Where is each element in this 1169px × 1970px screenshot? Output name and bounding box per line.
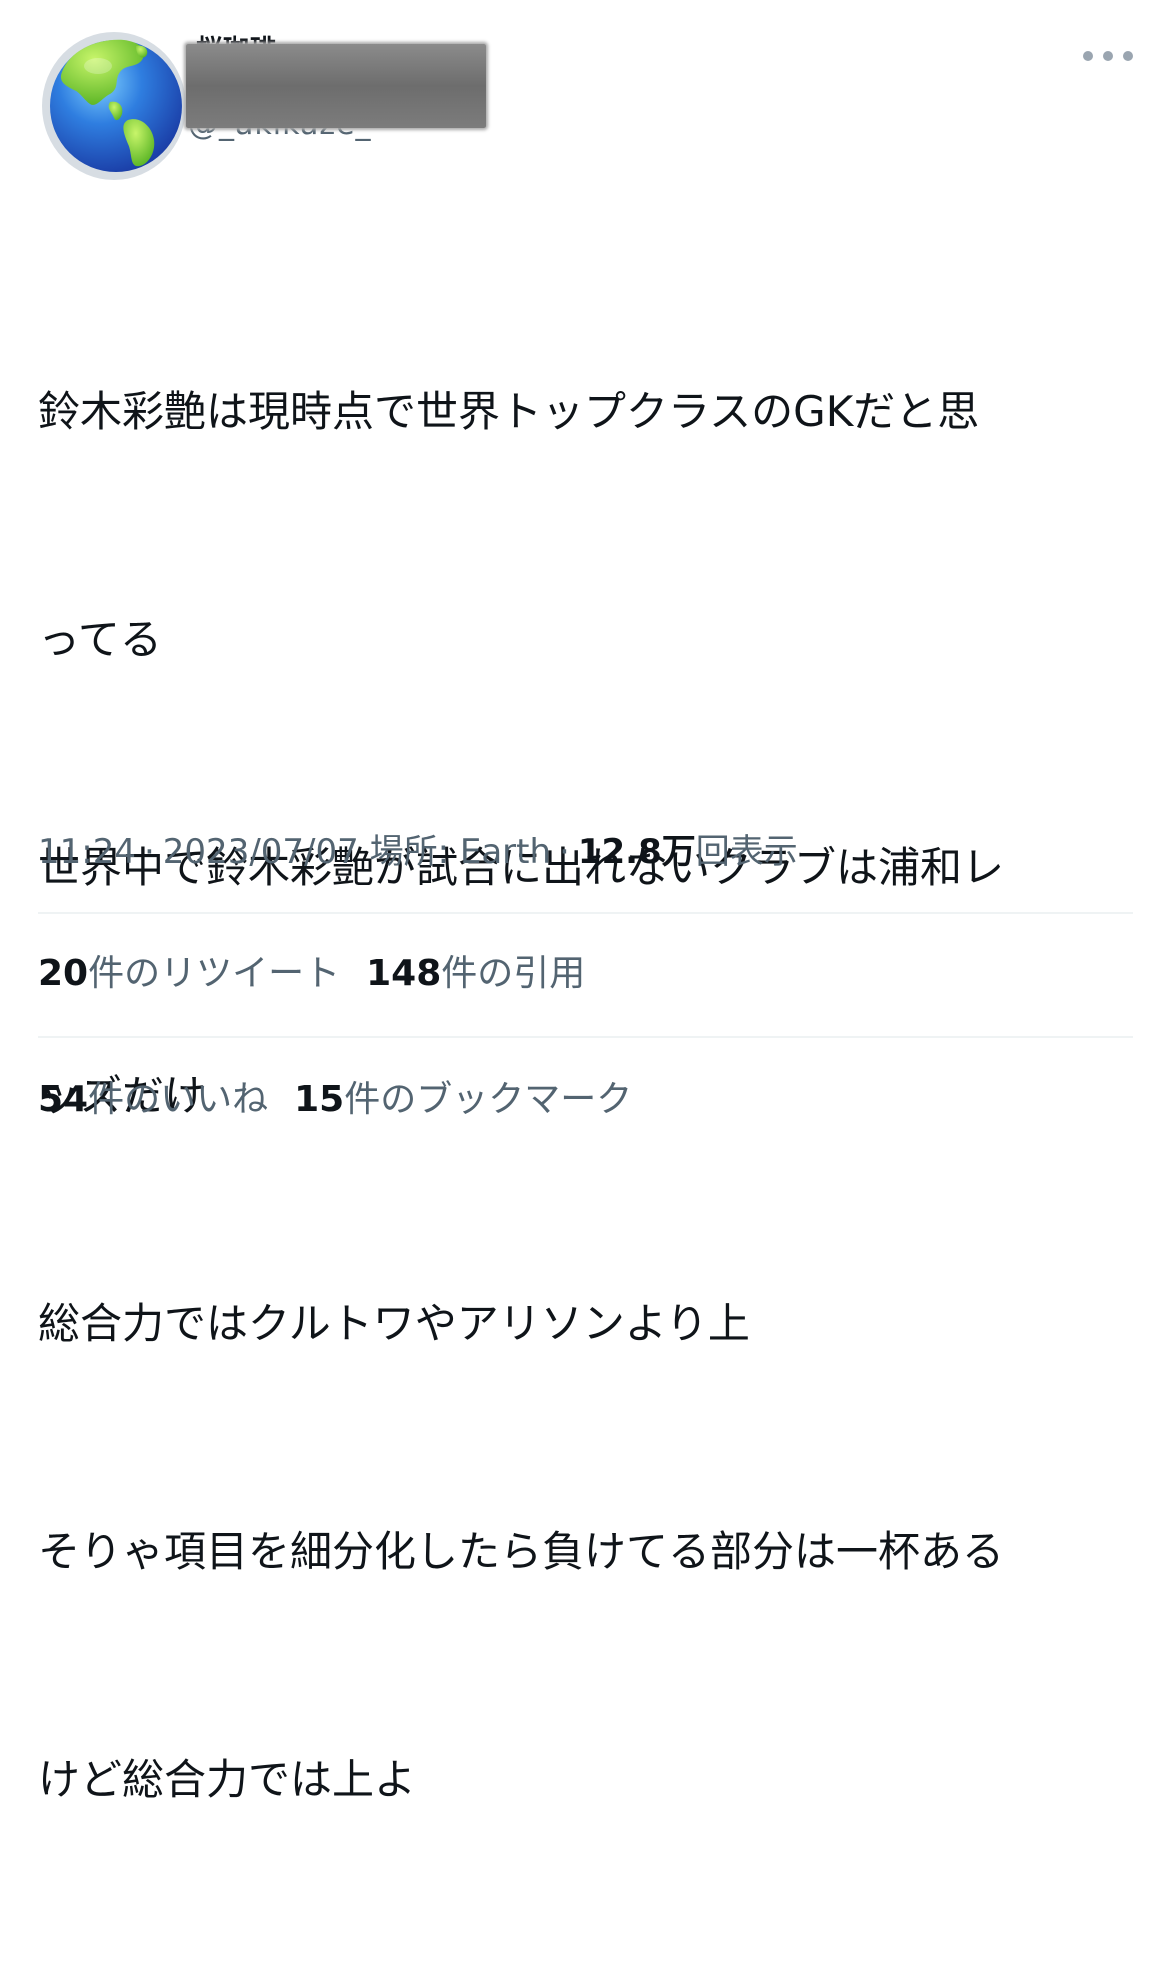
views-label: 回表示: [695, 832, 798, 872]
bookmarks-stat[interactable]: 15件のブックマーク: [294, 1079, 632, 1120]
redaction-block: [186, 44, 486, 128]
divider: [38, 912, 1133, 914]
stats-row-reposts: 20件のリツイート 148件の引用: [38, 948, 611, 1000]
stats-row-likes: 54件のいいね 15件のブックマーク: [38, 1074, 658, 1126]
bookmarks-label: 件のブックマーク: [344, 1079, 633, 1120]
tweet-date[interactable]: 2023/07/07: [163, 832, 359, 872]
tweet-location: 場所: Earth: [369, 832, 552, 872]
avatar[interactable]: [40, 16, 188, 180]
tweet-text-line: ってる: [38, 615, 162, 664]
quotes-stat[interactable]: 148件の引用: [366, 953, 585, 994]
likes-label: 件のいいね: [88, 1079, 269, 1120]
retweets-stat[interactable]: 20件のリツイート: [38, 953, 340, 994]
retweets-count: 20: [38, 953, 89, 994]
tweet-text-line: そりゃ項目を細分化したら負けてる部分は一杯ある: [38, 1527, 1005, 1576]
globe-earth-americas-icon: [42, 32, 186, 180]
tweet-time[interactable]: 11:24: [38, 832, 136, 872]
quotes-count: 148: [366, 953, 442, 994]
likes-stat[interactable]: 54件のいいね: [38, 1079, 268, 1120]
tweet-text-line: 総合力ではクルトワやアリソンより上: [38, 1299, 750, 1348]
more-horizontal-icon[interactable]: [1080, 44, 1136, 68]
quotes-label: 件の引用: [441, 953, 586, 994]
tweet-meta: 11:24 · 2023/07/07 場所: Earth · 12.8万回表示: [38, 826, 798, 878]
tweet-text-line: 鈴木彩艶は現時点で世界トップクラスのGKだと思: [38, 387, 980, 436]
bookmarks-count: 15: [294, 1079, 345, 1120]
likes-count: 54: [38, 1079, 89, 1120]
retweets-label: 件のリツイート: [88, 953, 341, 994]
meta-separator: ·: [143, 832, 155, 872]
meta-separator: ·: [559, 832, 570, 872]
divider: [38, 1036, 1133, 1038]
tweet-detail: 桜珈琲 @_akikaze_ 鈴木彩艶は現時点で世界トップクラスのGKだと思 っ…: [0, 0, 1169, 1804]
tweet-text-line: けど総合力では上よ: [38, 1755, 417, 1804]
views-count: 12.8万: [577, 832, 696, 872]
